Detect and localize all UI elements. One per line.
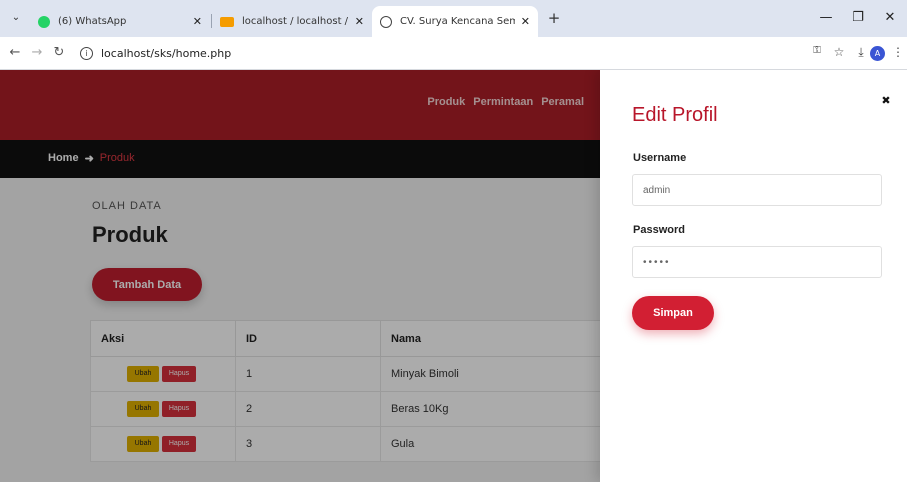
url-field[interactable]: i localhost/sks/home.php	[80, 42, 800, 64]
url-text: localhost/sks/home.php	[101, 46, 232, 60]
panel-title: Edit Profil	[632, 104, 718, 126]
username-field[interactable]	[632, 174, 882, 206]
page-viewport: Produk Permintaan Peramal Home ➜ Produk …	[0, 70, 907, 482]
tab-phpmyadmin[interactable]: localhost / localhost / sks / jual ✕	[212, 6, 372, 37]
password-field[interactable]	[632, 246, 882, 278]
new-tab-icon[interactable]: +	[544, 8, 564, 28]
tab-title: CV. Surya Kencana Sembako	[400, 16, 515, 27]
phpmyadmin-icon	[220, 16, 234, 27]
site-info-icon[interactable]: i	[80, 46, 93, 60]
username-label: Username	[633, 152, 687, 164]
address-bar: ← → ↻ i localhost/sks/home.php ⚿ ☆ ⤓ A ⋮	[0, 37, 907, 70]
close-icon[interactable]: ✕	[193, 15, 202, 28]
forward-arrow-icon[interactable]: →	[28, 44, 46, 62]
tab-title: (6) WhatsApp	[58, 16, 127, 27]
close-icon[interactable]: ✖	[879, 94, 893, 107]
whatsapp-icon	[38, 15, 50, 28]
tab-active-site[interactable]: CV. Surya Kencana Sembako ✕	[372, 6, 538, 37]
kebab-menu-icon[interactable]: ⋮	[889, 45, 907, 59]
close-icon[interactable]: ✕	[355, 15, 364, 28]
password-label: Password	[633, 224, 685, 236]
tab-title: localhost / localhost / sks / jual	[242, 16, 349, 27]
back-arrow-icon[interactable]: ←	[6, 44, 24, 62]
modal-backdrop[interactable]	[0, 70, 600, 482]
profile-avatar[interactable]: A	[870, 46, 885, 61]
close-icon[interactable]: ✕	[521, 15, 530, 28]
minimize-icon[interactable]: —	[814, 8, 838, 28]
download-icon[interactable]: ⤓	[852, 45, 870, 60]
tab-whatsapp[interactable]: (6) WhatsApp ✕	[30, 6, 210, 37]
reload-icon[interactable]: ↻	[50, 44, 68, 62]
restore-icon[interactable]: ❐	[846, 8, 870, 28]
edit-profile-panel: ✖ Edit Profil Username Password Simpan	[600, 70, 907, 482]
save-button[interactable]: Simpan	[632, 296, 714, 330]
tab-search-icon[interactable]: ⌄	[8, 10, 24, 26]
bookmark-star-icon[interactable]: ☆	[830, 45, 848, 59]
window-close-icon[interactable]: ✕	[878, 8, 902, 28]
browser-tabbar: ⌄ (6) WhatsApp ✕ localhost / localhost /…	[0, 0, 907, 37]
globe-icon	[380, 15, 392, 28]
password-key-icon[interactable]: ⚿	[808, 45, 826, 56]
